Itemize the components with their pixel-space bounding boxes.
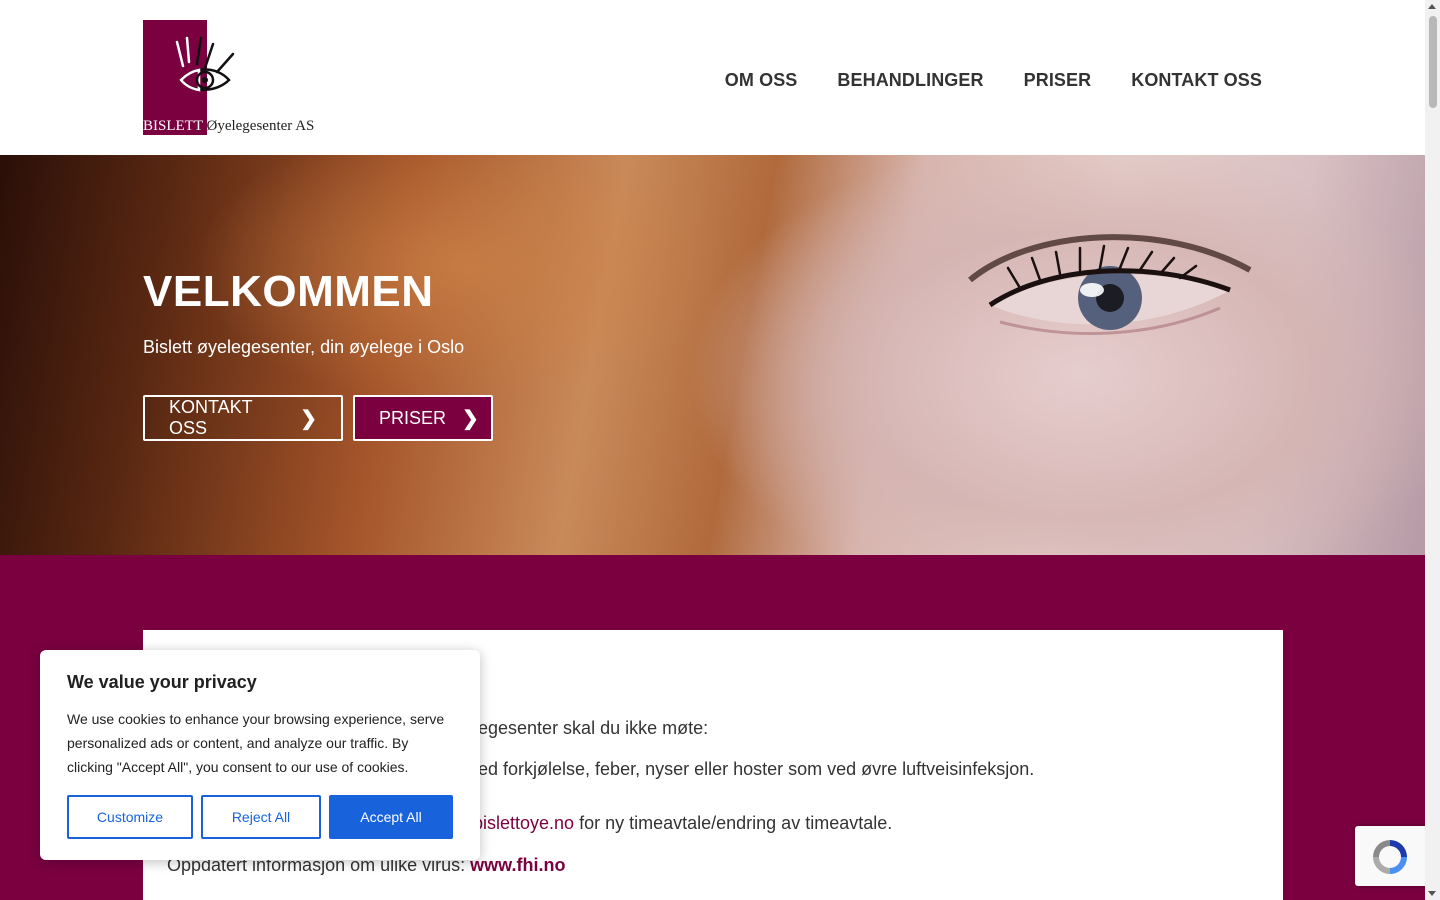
booking-email-link[interactable]: bislettoye.no <box>473 813 574 833</box>
hero-priser-label: PRISER <box>379 407 447 428</box>
chevron-right-icon: ❯ <box>300 407 317 430</box>
hero-subtitle: Bislett øyelegesenter, din øyelege i Osl… <box>143 337 465 357</box>
hero-banner: VELKOMMEN Bislett øyelegesenter, din øye… <box>0 155 1425 555</box>
info-line-3: bislettoye.no for ny timeavtale/endring … <box>473 813 892 834</box>
cookie-accept-button[interactable]: Accept All <box>329 795 453 839</box>
hero-kontakt-button[interactable]: KONTAKT OSS ❯ <box>143 395 343 441</box>
hero-buttons: KONTAKT OSS ❯ PRISER ❯ <box>143 395 493 441</box>
page-scrollbar[interactable] <box>1425 0 1440 900</box>
cookie-buttons: Customize Reject All Accept All <box>67 795 453 839</box>
nav-om-oss[interactable]: OM OSS <box>725 70 798 91</box>
hero-eye-image <box>968 234 1252 335</box>
hero-priser-button[interactable]: PRISER ❯ <box>353 395 493 441</box>
hero-title: VELKOMMEN <box>143 267 434 316</box>
cookie-title: We value your privacy <box>67 672 257 692</box>
site-logo[interactable]: BISLETT Øyelegesenter AS <box>143 20 328 136</box>
nav-priser[interactable]: PRISER <box>1024 70 1092 91</box>
cookie-text: We use cookies to enhance your browsing … <box>67 711 445 775</box>
info-line-2: ed forkjølelse, feber, nyser eller hoste… <box>478 759 1035 779</box>
hero-content: VELKOMMEN Bislett øyelegesenter, din øye… <box>143 267 464 358</box>
recaptcha-icon <box>1373 840 1407 874</box>
eye-logo-icon <box>175 36 235 92</box>
scrollbar-thumb[interactable] <box>1429 16 1437 108</box>
info-line-3-text: for ny timeavtale/endring av timeavtale. <box>574 813 893 833</box>
cookie-customize-button[interactable]: Customize <box>67 795 193 839</box>
nav-behandlinger[interactable]: BEHANDLINGER <box>837 70 983 91</box>
logo-text: BISLETT Øyelegesenter AS <box>143 117 314 135</box>
cookie-reject-button[interactable]: Reject All <box>201 795 321 839</box>
site-header: BISLETT Øyelegesenter AS OM OSS BEHANDLI… <box>0 0 1425 155</box>
main-nav: OM OSS BEHANDLINGER PRISER KONTAKT OSS <box>725 70 1262 91</box>
scroll-down-arrow-icon[interactable] <box>1428 891 1436 896</box>
recaptcha-badge[interactable] <box>1355 826 1430 886</box>
hero-kontakt-label: KONTAKT OSS <box>169 397 253 438</box>
info-line-1: egesenter skal du ikke møte: <box>478 718 709 738</box>
logo-brand: BISLETT <box>143 118 203 134</box>
nav-kontakt-oss[interactable]: KONTAKT OSS <box>1131 70 1262 91</box>
fhi-link[interactable]: www.fhi.no <box>470 855 565 875</box>
chevron-right-icon: ❯ <box>462 407 479 430</box>
logo-company: Øyelegesenter AS <box>206 118 315 134</box>
scroll-up-arrow-icon[interactable] <box>1428 4 1436 9</box>
cookie-consent-dialog: We value your privacy We use cookies to … <box>40 650 480 860</box>
